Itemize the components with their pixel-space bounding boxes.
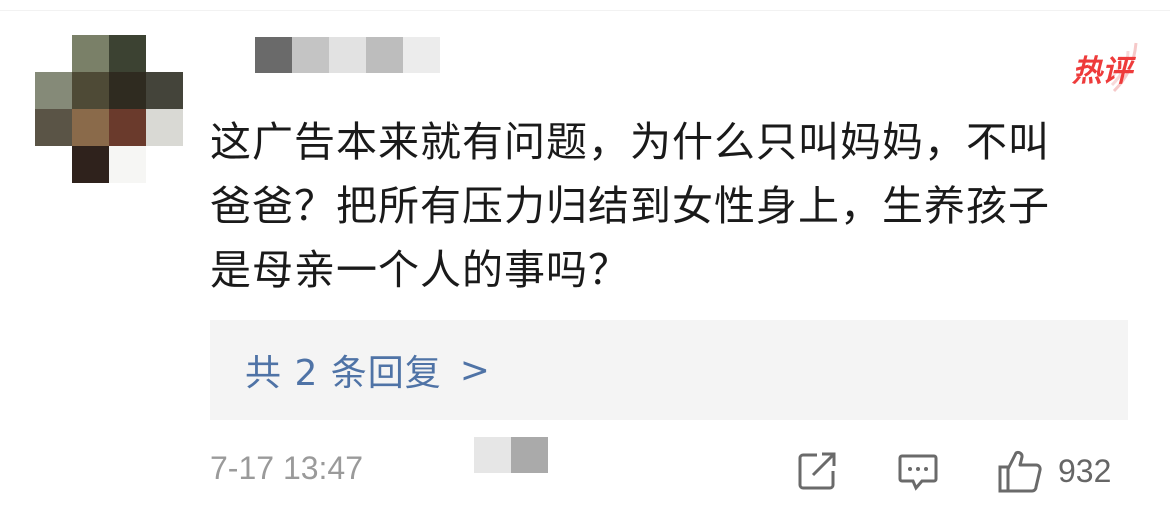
comment-line: 这广告本来就有问题，为什么只叫妈妈，不叫 xyxy=(210,118,1050,166)
hot-comment-label: 热评 xyxy=(1072,54,1132,89)
top-divider xyxy=(0,10,1170,11)
comment-line: 是母亲一个人的事吗？ xyxy=(210,246,630,294)
comment-text: 这广告本来就有问题，为什么只叫妈妈，不叫 爸爸？把所有压力归结到女性身上，生养孩… xyxy=(210,110,1140,302)
username-blurred[interactable] xyxy=(255,37,440,73)
chevron-right-icon: > xyxy=(459,349,490,391)
like-count: 932 xyxy=(1058,452,1112,489)
avatar[interactable] xyxy=(35,35,185,185)
comment-button[interactable] xyxy=(896,446,940,496)
replies-label: 共 2 条回复 xyxy=(245,353,442,394)
hot-comment-badge: 热评 xyxy=(1072,42,1138,93)
comment-line: 爸爸？把所有压力归结到女性身上，生养孩子 xyxy=(210,182,1050,230)
thumbs-up-icon xyxy=(998,450,1042,493)
like-button[interactable]: 932 xyxy=(996,446,1111,496)
view-replies-button[interactable]: 共 2 条回复 > xyxy=(210,320,1128,420)
comment-icon xyxy=(898,454,938,491)
timestamp: 7-17 13:47 xyxy=(210,450,364,486)
location-blurred xyxy=(474,437,548,473)
share-button[interactable] xyxy=(795,446,839,496)
share-icon xyxy=(798,452,836,490)
